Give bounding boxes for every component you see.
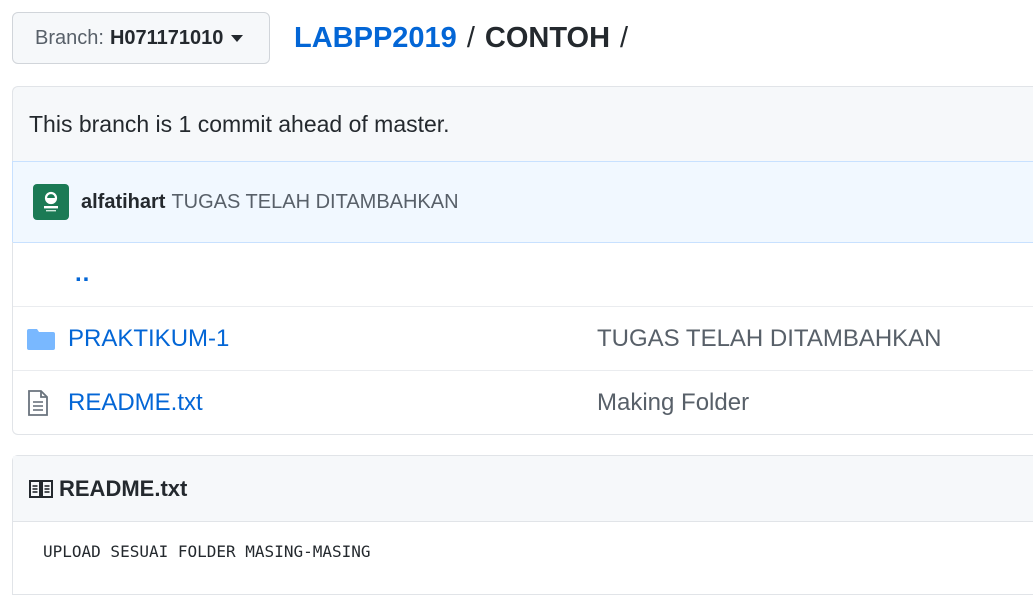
file-commit-message[interactable]: Making Folder — [597, 389, 749, 417]
folder-icon — [27, 326, 57, 352]
branch-select-button[interactable]: Branch: H071171010 — [12, 12, 270, 64]
file-list: .. PRAKTIKUM-1 TUGAS TELAH DITAMBAHKAN R… — [12, 242, 1033, 435]
readme-panel: README.txt UPLOAD SESUAI FOLDER MASING-M… — [12, 455, 1033, 595]
file-commit-message[interactable]: TUGAS TELAH DITAMBAHKAN — [597, 325, 942, 353]
branch-ahead-text: This branch is 1 commit ahead of master. — [29, 111, 450, 137]
breadcrumb-trailing-separator: / — [620, 22, 629, 54]
branch-status-bar: This branch is 1 commit ahead of master. — [12, 86, 1033, 162]
breadcrumb-repo-link[interactable]: LABPP2019 — [294, 22, 457, 54]
breadcrumb: LABPP2019 / CONTOH / — [294, 20, 638, 56]
commit-message[interactable]: TUGAS TELAH DITAMBAHKAN — [171, 191, 458, 214]
breadcrumb-separator: / — [466, 22, 475, 54]
file-icon — [27, 389, 57, 416]
latest-commit-bar: alfatihart TUGAS TELAH DITAMBAHKAN — [12, 161, 1033, 243]
readme-content: UPLOAD SESUAI FOLDER MASING-MASING — [43, 542, 371, 561]
file-row: README.txt Making Folder — [13, 370, 1033, 434]
readme-header: README.txt — [13, 456, 1033, 522]
file-name-link[interactable]: PRAKTIKUM-1 — [68, 325, 229, 353]
breadcrumb-current: CONTOH — [484, 22, 611, 54]
branch-name: H071171010 — [109, 26, 224, 49]
book-icon — [29, 479, 53, 499]
branch-label: Branch: — [35, 26, 104, 49]
caret-down-icon — [231, 34, 244, 42]
commit-author-link[interactable]: alfatihart — [81, 191, 165, 214]
file-name-link[interactable]: README.txt — [68, 389, 203, 417]
readme-title: README.txt — [59, 475, 188, 501]
avatar[interactable] — [33, 184, 69, 220]
parent-directory-link[interactable]: .. — [75, 260, 90, 288]
file-row: PRAKTIKUM-1 TUGAS TELAH DITAMBAHKAN — [13, 306, 1033, 370]
parent-directory-row: .. — [13, 242, 1033, 306]
